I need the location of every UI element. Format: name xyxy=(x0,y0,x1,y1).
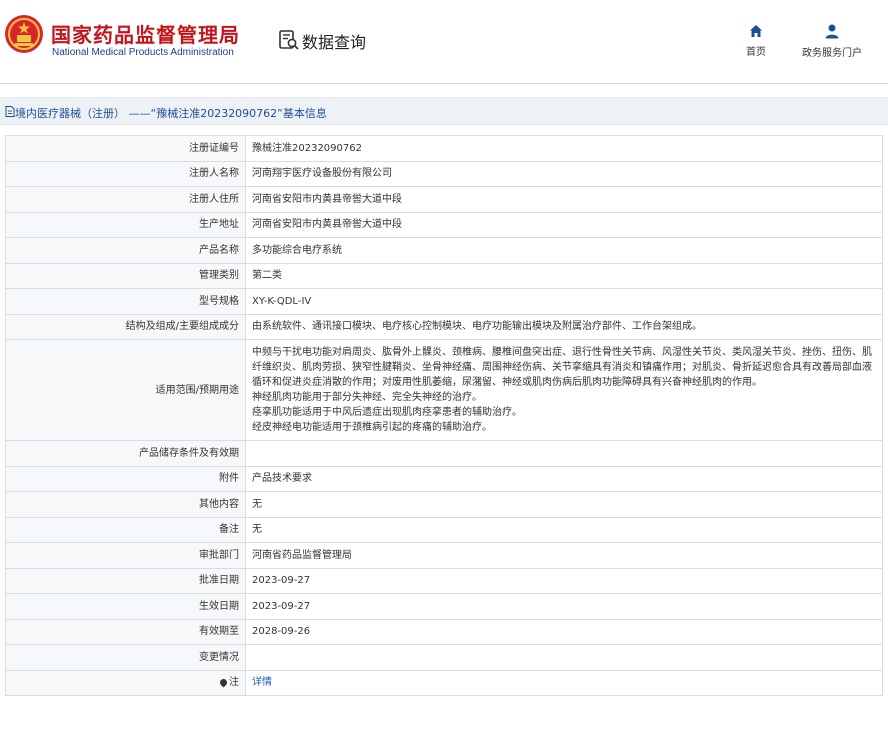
table-row: 产品储存条件及有效期 xyxy=(5,440,883,467)
row-value: 2028-09-26 xyxy=(245,618,883,645)
note-label: 注 xyxy=(229,677,239,689)
row-label: 注册人名称 xyxy=(5,160,246,187)
nav-home[interactable]: 首页 xyxy=(740,24,772,58)
row-value xyxy=(245,440,883,467)
row-value: 2023-09-27 xyxy=(245,593,883,620)
org-name-en[interactable]: National Medical Products Administration xyxy=(52,47,234,58)
row-label: 审批部门 xyxy=(5,542,246,569)
nav-service-portal[interactable]: 政务服务门户 xyxy=(797,24,867,59)
table-row: 结构及组成/主要组成成分 由系统软件、通讯接口模块、电疗核心控制模块、电疗功能输… xyxy=(5,313,883,340)
row-value: XY-K-QDL-IV xyxy=(245,288,883,315)
home-icon xyxy=(750,25,762,37)
intended-use-line: 痉挛肌功能适用于中风后遗症出现肌肉痉挛患者的辅助治疗。 xyxy=(252,407,522,418)
row-value xyxy=(245,644,883,671)
table-row: 有效期至 2028-09-26 xyxy=(5,618,883,645)
row-label: 产品名称 xyxy=(5,237,246,264)
table-row: 附件 产品技术要求 xyxy=(5,465,883,492)
breadcrumb: 境内医疗器械（注册） ——“豫械注准20232090762”基本信息 xyxy=(0,97,888,125)
document-icon xyxy=(5,106,15,117)
row-value: 河南省安阳市内黄县帝喾大道中段 xyxy=(245,211,883,238)
org-name-cn[interactable]: 国家药品监督管理局 xyxy=(51,19,240,48)
details-link[interactable]: 详情 xyxy=(252,677,272,688)
table-row: 变更情况 xyxy=(5,644,883,671)
row-label: 生产地址 xyxy=(5,211,246,238)
data-query-title: 数据查询 xyxy=(302,33,367,52)
table-row: 其他内容 无 xyxy=(5,491,883,518)
table-row: 型号规格 XY-K-QDL-IV xyxy=(5,288,883,315)
table-row: 注册人名称 河南翔宇医疗设备股份有限公司 xyxy=(5,160,883,187)
row-value: 第二类 xyxy=(245,262,883,289)
row-value: 多功能综合电疗系统 xyxy=(245,237,883,264)
table-row: 注册人住所 河南省安阳市内黄县帝喾大道中段 xyxy=(5,186,883,213)
row-value: 2023-09-27 xyxy=(245,567,883,594)
registration-info-table: 注册证编号 豫械注准20232090762 注册人名称 河南翔宇医疗设备股份有限… xyxy=(5,135,883,696)
row-value: 由系统软件、通讯接口模块、电疗核心控制模块、电疗功能输出模块及附属治疗部件、工作… xyxy=(245,313,883,340)
site-header: 国家药品监督管理局 National Medical Products Admi… xyxy=(0,0,888,84)
nav-home-label: 首页 xyxy=(746,47,766,58)
row-value: 河南省安阳市内黄县帝喾大道中段 xyxy=(245,186,883,213)
row-value: 河南省药品监督管理局 xyxy=(245,542,883,569)
table-row: 产品名称 多功能综合电疗系统 xyxy=(5,237,883,264)
row-value-intended-use: 中频与干扰电功能对肩周炎、肱骨外上髁炎、颈椎病、腰椎间盘突出症、退行性骨性关节病… xyxy=(245,339,883,441)
row-value: 无 xyxy=(245,491,883,518)
row-label-note: 注 xyxy=(5,669,246,696)
table-row: 批准日期 2023-09-27 xyxy=(5,567,883,594)
row-label: 型号规格 xyxy=(5,288,246,315)
row-value: 河南翔宇医疗设备股份有限公司 xyxy=(245,160,883,187)
row-value: 豫械注准20232090762 xyxy=(245,135,883,162)
national-emblem-icon xyxy=(5,15,43,53)
pin-icon xyxy=(218,677,229,688)
row-value-note: 详情 xyxy=(245,669,883,696)
intended-use-line: 经皮神经电功能适用于颈椎病引起的疼痛的辅助治疗。 xyxy=(252,422,492,433)
row-label: 备注 xyxy=(5,516,246,543)
table-row: 生产地址 河南省安阳市内黄县帝喾大道中段 xyxy=(5,211,883,238)
table-row-note: 注 详情 xyxy=(5,669,883,696)
intended-use-line: 神经肌肉功能用于部分失神经、完全失神经的治疗。 xyxy=(252,392,482,403)
breadcrumb-text: 境内医疗器械（注册） ——“豫械注准20232090762”基本信息 xyxy=(15,107,327,120)
table-row: 生效日期 2023-09-27 xyxy=(5,593,883,620)
row-label: 有效期至 xyxy=(5,618,246,645)
row-label: 生效日期 xyxy=(5,593,246,620)
table-row: 备注 无 xyxy=(5,516,883,543)
table-row: 审批部门 河南省药品监督管理局 xyxy=(5,542,883,569)
row-label: 管理类别 xyxy=(5,262,246,289)
row-label: 附件 xyxy=(5,465,246,492)
row-label: 其他内容 xyxy=(5,491,246,518)
table-row: 注册证编号 豫械注准20232090762 xyxy=(5,135,883,162)
row-label: 产品储存条件及有效期 xyxy=(5,440,246,467)
row-label: 批准日期 xyxy=(5,567,246,594)
row-value: 产品技术要求 xyxy=(245,465,883,492)
table-row-intended-use: 适用范围/预期用途 中频与干扰电功能对肩周炎、肱骨外上髁炎、颈椎病、腰椎间盘突出… xyxy=(5,339,883,441)
intended-use-line: 中频与干扰电功能对肩周炎、肱骨外上髁炎、颈椎病、腰椎间盘突出症、退行性骨性关节病… xyxy=(252,347,872,388)
row-label: 结构及组成/主要组成成分 xyxy=(5,313,246,340)
user-icon xyxy=(825,24,839,39)
row-label: 注册人住所 xyxy=(5,186,246,213)
row-label: 变更情况 xyxy=(5,644,246,671)
row-label: 适用范围/预期用途 xyxy=(5,339,246,441)
nav-service-portal-label: 政务服务门户 xyxy=(802,48,862,59)
data-query-icon xyxy=(279,30,299,50)
row-value: 无 xyxy=(245,516,883,543)
row-label: 注册证编号 xyxy=(5,135,246,162)
table-row: 管理类别 第二类 xyxy=(5,262,883,289)
